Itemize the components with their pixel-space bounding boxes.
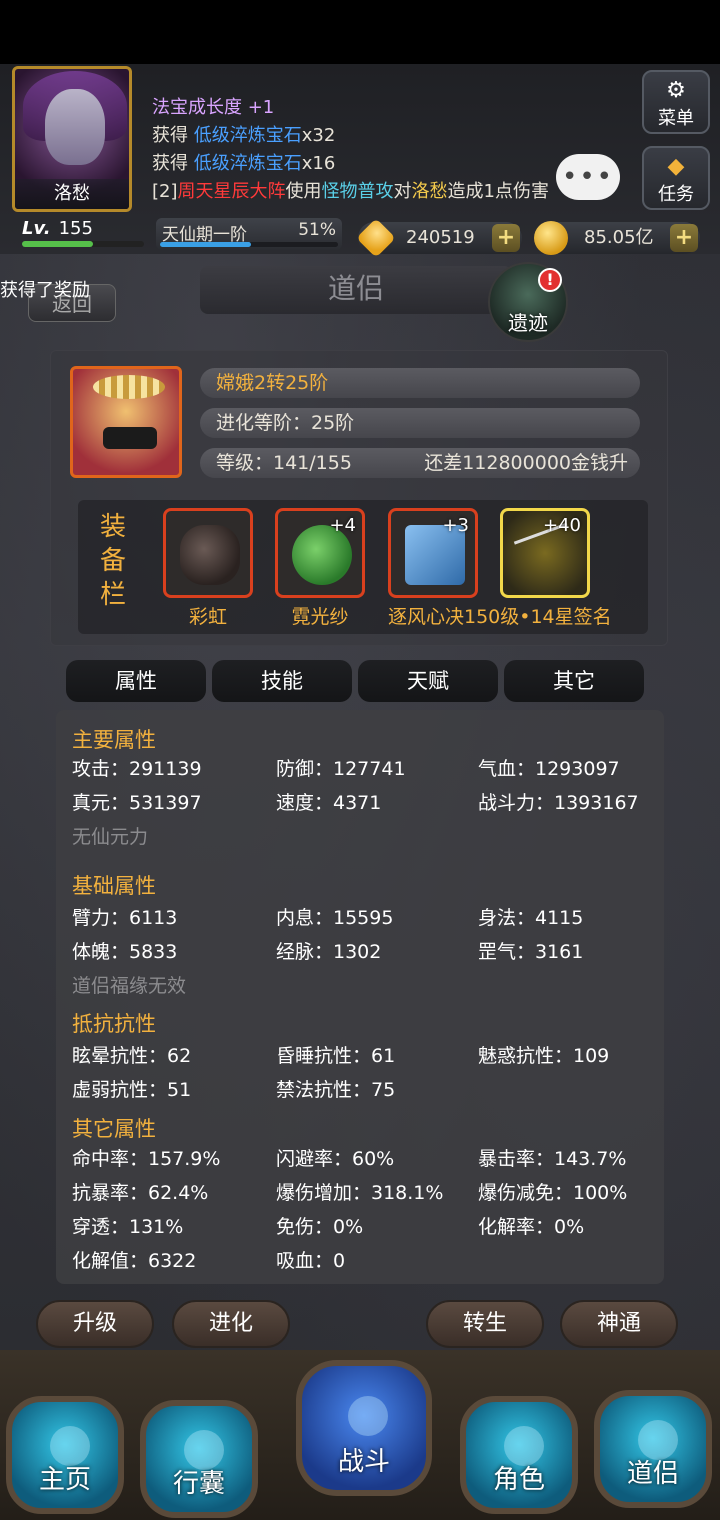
nav-battle[interactable]: 战斗: [296, 1360, 432, 1496]
resist-charm: 魅惑抗性：109: [478, 1045, 610, 1067]
equip-name-1: 彩虹: [188, 606, 227, 628]
attr-strength: 臂力：6113: [72, 907, 178, 929]
gem-currency: 240519 +: [356, 218, 522, 258]
gem-amount: 240519: [406, 227, 475, 248]
gold-currency: 85.05亿 +: [534, 221, 700, 255]
attr-defense: 防御：127741: [276, 758, 406, 780]
rainbow-item-icon: [180, 525, 240, 585]
add-gold-button[interactable]: +: [670, 224, 698, 252]
attr-zhenyuan: 真元：531397: [72, 792, 202, 814]
log-line-2: 获得 低级淬炼宝石x32: [152, 125, 336, 146]
mask-icon: [103, 427, 157, 449]
alert-badge: !: [538, 268, 562, 292]
equip-slot-4[interactable]: +40: [500, 508, 590, 598]
attr-crit-rate: 暴击率：143.7%: [478, 1148, 627, 1170]
attr-dissolve-value: 化解值：6322: [72, 1250, 197, 1272]
upgrade-cost: 还差112800000金钱升: [424, 452, 628, 474]
main-attributes-title: 主要属性: [72, 728, 156, 752]
equip-slot-2[interactable]: +4: [275, 508, 365, 598]
attr-dissolve-rate: 化解率：0%: [478, 1216, 585, 1238]
player-name: 洛愁: [15, 179, 129, 209]
nav-partner[interactable]: 道侣: [594, 1390, 712, 1508]
attr-dodge-rate: 闪避率：60%: [276, 1148, 395, 1170]
partner-name-row: 嫦娥2转25阶: [200, 368, 640, 398]
equip-name-3: 逐风心决150级•14星签名: [388, 606, 612, 628]
flower-crown-icon: [93, 375, 165, 399]
relic-label: 遗迹: [508, 311, 548, 335]
attr-meridian: 经脉：1302: [276, 941, 382, 963]
attr-crit-damage: 爆伤增加：318.1%: [276, 1182, 444, 1204]
realm-percent: 51%: [298, 220, 336, 240]
other-attributes-title: 其它属性: [72, 1117, 156, 1141]
resist-sleep: 昏睡抗性：61: [276, 1045, 396, 1067]
menu-button[interactable]: ⚙ 菜单: [642, 70, 710, 134]
attr-attack: 攻击：291139: [72, 758, 202, 780]
menu-label: 菜单: [658, 108, 694, 129]
resist-title: 抵抗抗性: [72, 1012, 156, 1036]
divine-power-button[interactable]: 神通: [560, 1300, 678, 1348]
attr-crit-resist: 抗暴率：62.4%: [72, 1182, 209, 1204]
partner-evolution-row: 进化等阶：25阶: [200, 408, 640, 438]
evolve-button[interactable]: 进化: [172, 1300, 290, 1348]
realm-bar: [160, 242, 338, 247]
page-title: 道侣: [200, 266, 512, 314]
equip-slot-3[interactable]: +3: [388, 508, 478, 598]
base-attributes-note: 道侣福缘无效: [72, 975, 187, 997]
attr-gangqi: 罡气：3161: [478, 941, 584, 963]
add-gems-button[interactable]: +: [492, 224, 520, 252]
attr-crit-reduction: 爆伤减免：100%: [478, 1182, 628, 1204]
level-progress-bar: [22, 241, 144, 247]
attr-physique: 体魄：5833: [72, 941, 178, 963]
gold-coin-icon: [534, 221, 568, 255]
base-attributes-title: 基础属性: [72, 874, 156, 898]
resist-weak: 虚弱抗性：51: [72, 1079, 192, 1101]
chat-bubble-icon[interactable]: •••: [556, 154, 620, 200]
rebirth-button[interactable]: 转生: [426, 1300, 544, 1348]
reward-notice: 获得了奖励: [0, 280, 90, 301]
upgrade-button[interactable]: 升级: [36, 1300, 154, 1348]
avatar-face: [45, 89, 105, 165]
realm-progress: 天仙期一阶 51%: [156, 218, 342, 250]
partner-portrait[interactable]: [70, 366, 182, 478]
resist-stun: 眩晕抗性：62: [72, 1045, 192, 1067]
partner-level-row: 等级：141/155 还差112800000金钱升: [200, 448, 640, 478]
nav-home[interactable]: 主页: [6, 1396, 124, 1514]
tab-skills[interactable]: 技能: [212, 660, 352, 702]
attr-penetration: 穿透：131%: [72, 1216, 184, 1238]
tab-attributes[interactable]: 属性: [66, 660, 206, 702]
equip-slot-1[interactable]: [163, 508, 253, 598]
sword-icon: [348, 1396, 388, 1436]
gear-icon: ⚙: [666, 78, 686, 103]
attr-inner-breath: 内息：15595: [276, 907, 394, 929]
attr-agility: 身法：4115: [478, 907, 584, 929]
equip-name-2: 霓光纱: [291, 606, 349, 628]
nav-bag[interactable]: 行囊: [140, 1400, 258, 1518]
log-line-1: 法宝成长度 +1: [152, 97, 275, 118]
gold-amount: 85.05亿: [584, 227, 654, 248]
attr-speed: 速度：4371: [276, 792, 382, 814]
attr-lifesteal: 吸血：0: [276, 1250, 346, 1272]
task-button[interactable]: ◆ 任务: [642, 146, 710, 210]
nav-character[interactable]: 角色: [460, 1396, 578, 1514]
attr-hit-rate: 命中率：157.9%: [72, 1148, 221, 1170]
resist-silence: 禁法抗性：75: [276, 1079, 396, 1101]
tab-other[interactable]: 其它: [504, 660, 644, 702]
attr-power: 战斗力：1393167: [478, 792, 639, 814]
diamond-icon: ◆: [667, 154, 685, 179]
equipment-label: 装备栏: [99, 512, 126, 610]
player-level: Lv. 155: [22, 218, 93, 239]
player-avatar[interactable]: 洛愁: [12, 66, 132, 212]
task-label: 任务: [658, 184, 694, 205]
tab-talents[interactable]: 天赋: [358, 660, 498, 702]
main-attributes-note: 无仙元力: [72, 826, 149, 848]
relic-button[interactable]: ! 遗迹: [488, 262, 568, 342]
attr-damage-reduction: 免伤：0%: [276, 1216, 364, 1238]
attr-hp: 气血：1293097: [478, 758, 620, 780]
